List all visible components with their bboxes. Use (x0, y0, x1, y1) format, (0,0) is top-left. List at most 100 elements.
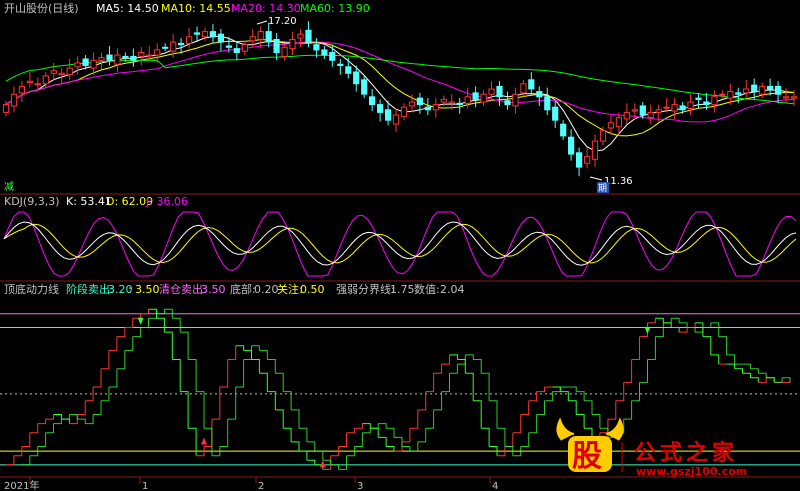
candle-up (201, 31, 209, 38)
indicator-name: 顶底动力线 (4, 282, 59, 296)
candle-down (265, 31, 272, 43)
clear-sell-value: 3.50 (201, 283, 226, 296)
x-tick-2: 2 (258, 481, 264, 491)
stage-sell-sep: : (128, 283, 132, 296)
stock-chart: 开山股份(日线) MA5: 14.50 MA10: 14.55 MA20: 14… (0, 0, 800, 491)
candle-up (26, 80, 33, 83)
value-value: 2.04 (440, 283, 465, 296)
candle-up (607, 122, 614, 129)
x-tick-0: 2021年 (4, 479, 39, 491)
candle-up (440, 98, 447, 103)
candle-up (687, 101, 694, 109)
candle-up (599, 130, 607, 142)
candle-up (782, 96, 790, 99)
candle-up (655, 109, 662, 113)
candle-down (345, 66, 352, 74)
candle-up (50, 70, 57, 74)
candle-up (98, 57, 105, 61)
candle-up (241, 44, 248, 52)
kdj-title: KDJ(9,3,3) (4, 195, 60, 208)
candle-up (400, 106, 408, 117)
watermark-logo: 股 (572, 439, 602, 474)
candle-down (528, 79, 535, 90)
candle-up (671, 104, 678, 112)
value-label: 数值: (414, 283, 440, 296)
candle-down (217, 33, 225, 43)
candle-down (369, 96, 376, 106)
candle-down (504, 100, 511, 106)
ma10-label: MA10: 14.55 (161, 2, 231, 15)
candle-down (130, 55, 137, 61)
candle-down (122, 55, 129, 59)
candle-up (297, 33, 304, 39)
candle-down (639, 105, 646, 116)
high-annotation: 17.20 (268, 16, 297, 27)
candle-up (623, 111, 630, 120)
strength-value: 1.75 (390, 283, 415, 296)
candle-up (790, 96, 798, 99)
candle-down (544, 96, 551, 111)
candle-up (512, 93, 519, 107)
candle-down (568, 136, 575, 155)
watermark-text: 公式之家 (634, 440, 738, 466)
candle-down (273, 39, 280, 53)
x-tick-4: 4 (492, 481, 498, 491)
candle-up (249, 36, 256, 42)
stock-title: 开山股份(日线) (4, 1, 79, 15)
candle-up (480, 93, 487, 103)
candle-down (82, 58, 89, 66)
candle-down (751, 84, 758, 93)
candle-up (591, 140, 599, 160)
candle-up (289, 39, 296, 50)
candle-down (496, 85, 503, 98)
candle-up (711, 96, 718, 106)
candle-down (536, 91, 543, 98)
candle-up (74, 62, 81, 68)
ma60-label: MA60: 13.90 (300, 2, 370, 15)
bottom-label: 底部: (230, 282, 256, 296)
candle-up (42, 75, 49, 85)
candle-down (695, 97, 702, 100)
candle-up (281, 46, 288, 57)
candle-down (209, 31, 217, 38)
watch-value: 0.50 (300, 283, 325, 296)
candle-up (520, 83, 527, 94)
candle-down (775, 85, 782, 95)
candle-down (679, 105, 686, 111)
ma20-label: MA20: 14.30 (231, 2, 301, 15)
candle-down (178, 42, 185, 46)
x-tick-3: 3 (357, 481, 363, 491)
candle-down (305, 29, 312, 43)
candle-up (10, 93, 18, 107)
candle-up (257, 31, 264, 40)
candle-down (193, 32, 201, 35)
candle-down (472, 92, 479, 100)
candle-up (66, 67, 73, 76)
candle-up (743, 88, 750, 94)
candle-up (631, 109, 638, 112)
candle-up (146, 54, 153, 57)
candle-up (759, 85, 766, 95)
candle-up (448, 101, 455, 104)
candle-down (385, 109, 392, 121)
candle-down (552, 106, 559, 121)
candle-down (416, 97, 423, 106)
reduce-badge: 减 (4, 181, 14, 193)
candle-up (615, 117, 622, 128)
stage-sell-label: 阶段卖出: (66, 282, 114, 296)
candle-up (2, 104, 10, 113)
candle-up (727, 91, 734, 99)
candle-up (114, 54, 121, 65)
watch-label: 关注: (277, 282, 303, 296)
candle-up (58, 72, 65, 76)
bottom-value: 0.20 (254, 283, 279, 296)
x-tick-1: 1 (142, 481, 148, 491)
candle-up (647, 111, 654, 119)
stage-sell-value2: 3.50 (135, 283, 160, 296)
candle-up (138, 52, 145, 57)
watermark-url: www.gszj100.com (636, 465, 747, 478)
candle-up (170, 41, 177, 52)
candle-down (456, 102, 463, 106)
clear-sell-label: 清仓卖出: (159, 282, 207, 296)
kdj-j-label: J: 36.06 (145, 195, 188, 208)
